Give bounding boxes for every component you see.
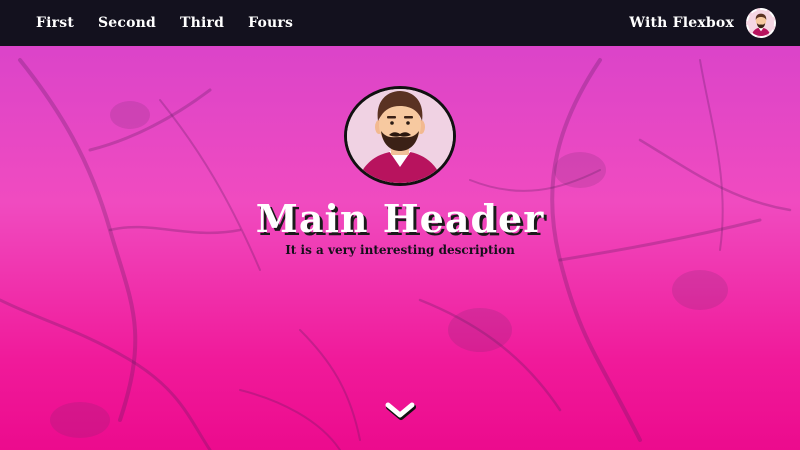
nav-link-fours[interactable]: Fours xyxy=(248,15,293,31)
hero-content: Main Header It is a very interesting des… xyxy=(0,86,800,257)
main-header-subtitle: It is a very interesting description xyxy=(285,243,515,257)
nav-brand-link[interactable]: With Flexbox xyxy=(629,15,734,31)
main-header-title: Main Header xyxy=(255,196,545,241)
chevron-down-icon[interactable] xyxy=(384,400,416,422)
profile-avatar-icon xyxy=(344,86,456,186)
nav-link-second[interactable]: Second xyxy=(98,15,156,31)
top-navbar: First Second Third Fours With Flexbox xyxy=(0,0,800,46)
nav-links: First Second Third Fours xyxy=(36,15,293,31)
nav-avatar-icon[interactable] xyxy=(746,8,776,38)
nav-brand-area: With Flexbox xyxy=(629,8,776,38)
nav-link-third[interactable]: Third xyxy=(180,15,224,31)
nav-link-first[interactable]: First xyxy=(36,15,74,31)
